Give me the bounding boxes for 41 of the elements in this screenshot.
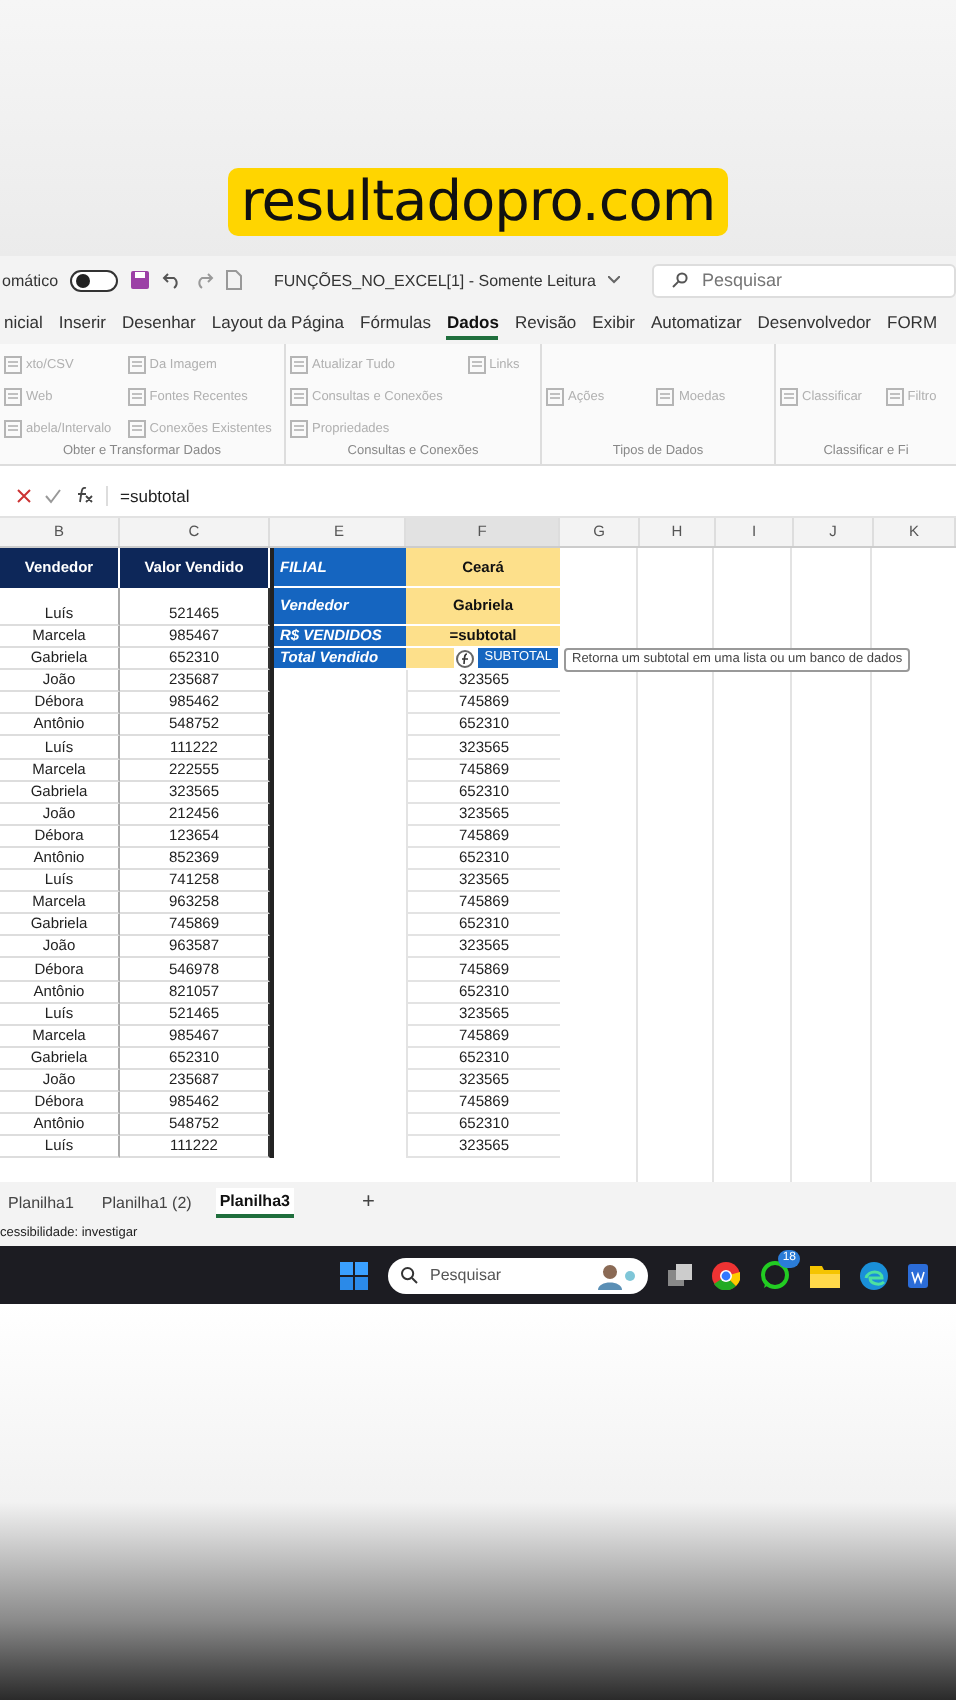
search-icon <box>400 1266 418 1284</box>
figure-icon <box>596 1261 636 1289</box>
sheet-tab[interactable]: Planilha1 (2) <box>97 1189 196 1215</box>
add-sheet-button[interactable]: + <box>353 1190 383 1214</box>
menu-tab[interactable]: Automatizar <box>650 308 742 340</box>
menu-tab[interactable]: Fórmulas <box>360 308 431 340</box>
menu-tab[interactable]: Revisão <box>514 308 577 340</box>
browser-icon[interactable] <box>860 1261 888 1289</box>
document-title[interactable]: FUNÇÕES_NO_EXCEL[1] - Somente Leitura <box>274 271 596 289</box>
menu-tab[interactable]: Exibir <box>592 308 635 340</box>
sheet-tab[interactable]: Planilha3 <box>215 1187 294 1217</box>
menu-tab[interactable]: FORM <box>887 308 938 340</box>
document-icon <box>780 388 798 406</box>
task-view-icon[interactable] <box>668 1263 692 1287</box>
formula-field[interactable]: =subtotal <box>106 485 956 505</box>
cancel-icon[interactable] <box>16 487 32 503</box>
browser-icon[interactable] <box>712 1261 740 1289</box>
menu-tab[interactable]: nicial <box>4 308 43 340</box>
taskbar-search-field[interactable]: Pesquisar <box>388 1257 648 1293</box>
autosave-toggle[interactable] <box>70 269 119 291</box>
menu-tab[interactable]: Layout da Página <box>211 308 345 340</box>
windows-icon[interactable] <box>340 1261 368 1289</box>
menu-tab[interactable]: Dados <box>446 308 499 340</box>
chat-icon[interactable] <box>760 1260 790 1290</box>
document-icon <box>4 356 22 375</box>
document-icon[interactable] <box>908 1263 928 1287</box>
menu-tab[interactable]: Desenvolvedor <box>757 308 871 340</box>
menu-tab[interactable]: Inserir <box>58 308 106 340</box>
menu-tab[interactable]: Desenhar <box>122 308 196 340</box>
search-icon <box>671 272 688 288</box>
search-field[interactable]: Pesquisar <box>651 263 956 297</box>
sheet-tab[interactable]: Planilha1 <box>4 1189 78 1215</box>
checkmark-icon[interactable] <box>44 487 62 503</box>
redo-icon[interactable] <box>194 270 215 290</box>
save-icon[interactable] <box>130 270 151 290</box>
folder-icon[interactable] <box>810 1263 840 1287</box>
function-icon[interactable] <box>74 486 94 504</box>
chevron-down-icon[interactable] <box>607 276 620 284</box>
caption-banner: resultadopro.com <box>228 168 728 236</box>
autosave-label: omático <box>2 271 59 289</box>
undo-icon[interactable] <box>162 270 183 290</box>
